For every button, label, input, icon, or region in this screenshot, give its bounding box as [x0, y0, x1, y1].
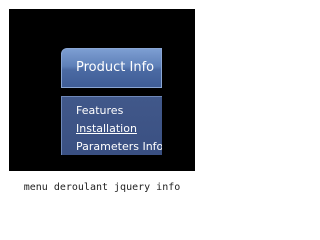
menu-header-product-info[interactable]: Product Info	[61, 48, 162, 88]
submenu-item-parameters-info[interactable]: Parameters Info	[62, 138, 162, 155]
submenu-item-features[interactable]: Features	[62, 102, 162, 119]
submenu-item-installation[interactable]: Installation	[62, 120, 162, 137]
submenu: Features Installation Parameters Info	[61, 96, 162, 155]
menu-header-label: Product Info	[76, 60, 155, 75]
menu-preview: Product Info Features Installation Param…	[61, 48, 162, 155]
page: Product Info Features Installation Param…	[0, 0, 204, 209]
preview-frame: Product Info Features Installation Param…	[9, 9, 195, 171]
caption: menu deroulant jquery info	[23, 182, 181, 193]
menu-gap	[61, 88, 162, 96]
